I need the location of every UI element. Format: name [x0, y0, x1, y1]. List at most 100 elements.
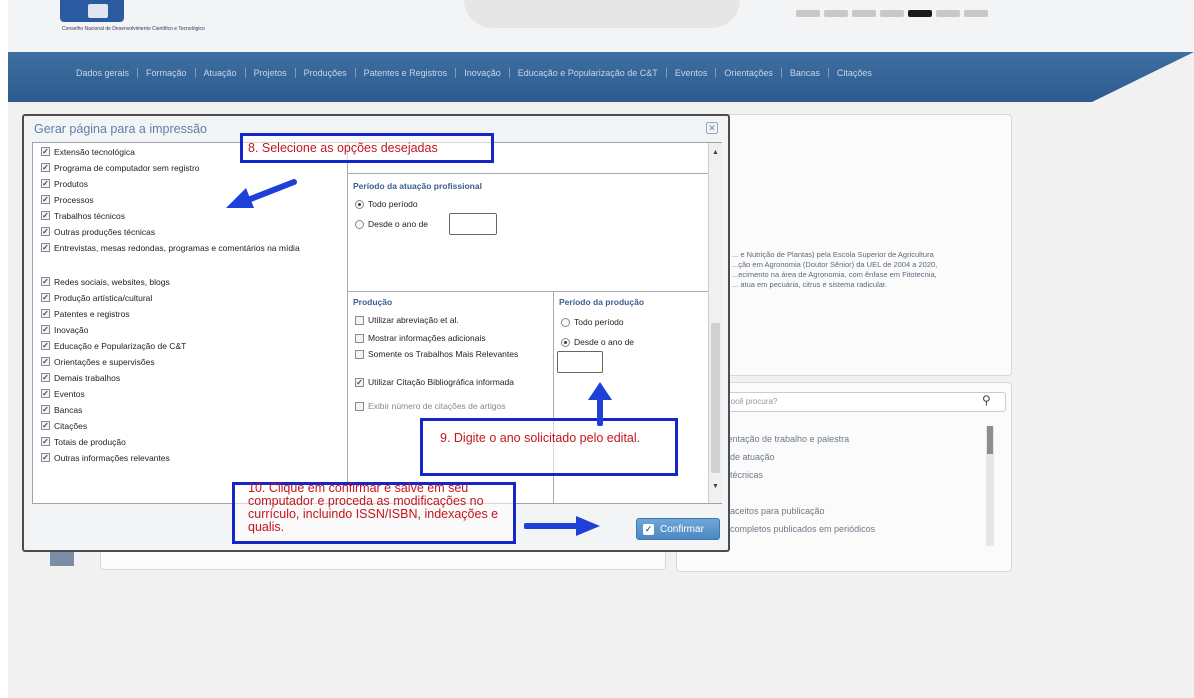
badge[interactable]	[824, 10, 848, 17]
checklist-label: Processos	[54, 195, 94, 205]
producao-option[interactable]: Exibir número de citações de artigos	[355, 401, 558, 411]
checklist-item[interactable]: ✓ Demais trabalhos	[41, 373, 120, 383]
nav-item[interactable]: Produções	[296, 68, 356, 78]
search-icon[interactable]: ⚲	[982, 393, 991, 407]
list-item[interactable]	[720, 484, 875, 502]
checkbox-icon[interactable]: ✓	[41, 325, 50, 334]
checklist-item[interactable]: ✓ Outras informações relevantes	[41, 453, 170, 463]
producao-option-label: Somente os Trabalhos Mais Relevantes	[368, 349, 519, 359]
atuacao-radio-since[interactable]: Desde o ano de	[355, 219, 428, 229]
checklist-item[interactable]: ✓ Redes sociais, websites, blogs	[41, 277, 170, 287]
badge[interactable]	[908, 10, 932, 17]
radio-icon[interactable]	[561, 317, 570, 327]
dialog-scrollbar[interactable]: ▲ ▼	[708, 143, 722, 503]
checklist-item[interactable]: ✓ Outras produções técnicas	[41, 227, 155, 237]
nav-item[interactable]: Citações	[829, 68, 880, 78]
checkbox-icon[interactable]: ✓	[41, 277, 50, 286]
cnpq-logo[interactable]	[60, 0, 124, 22]
nav-item[interactable]: Inovação	[456, 68, 510, 78]
list-item[interactable]: ... de atuação	[720, 448, 875, 466]
scroll-up-icon[interactable]: ▲	[712, 149, 719, 156]
confirm-button[interactable]: ✓ Confirmar	[636, 518, 720, 540]
badge[interactable]	[796, 10, 820, 17]
producao-option[interactable]: Somente os Trabalhos Mais Relevantes	[355, 349, 528, 359]
checkbox-icon[interactable]: ✓	[41, 389, 50, 398]
checkbox-icon[interactable]: ✓	[41, 309, 50, 318]
checkbox-icon[interactable]	[355, 334, 364, 343]
checklist-item[interactable]: ✓ Orientações e supervisões	[41, 357, 155, 367]
checklist-item[interactable]: ✓ Educação e Popularização de C&T	[41, 341, 186, 351]
checklist-item[interactable]: ✓ Citações	[41, 421, 87, 431]
checklist-item[interactable]: ✓ Patentes e registros	[41, 309, 130, 319]
checklist-item[interactable]: ✓ Trabalhos técnicos	[41, 211, 125, 221]
checkbox-icon[interactable]	[355, 350, 364, 359]
checkbox-icon[interactable]: ✓	[41, 421, 50, 430]
producao-radio-all[interactable]: Todo período	[561, 317, 624, 327]
checkbox-icon[interactable]: ✓	[41, 179, 50, 188]
atuacao-radio-all[interactable]: Todo período	[355, 199, 418, 209]
badge[interactable]	[852, 10, 876, 17]
nav-item[interactable]: Projetos	[246, 68, 296, 78]
scroll-down-icon[interactable]: ▼	[712, 483, 719, 490]
producao-option-label: Mostrar informações adicionais	[368, 333, 486, 343]
radio-icon[interactable]	[355, 219, 364, 229]
nav-item[interactable]: Educação e Popularização de C&T	[510, 68, 667, 78]
checkbox-icon[interactable]	[355, 402, 364, 411]
nav-item[interactable]: Dados gerais	[68, 68, 139, 78]
checkbox-icon[interactable]: ✓	[41, 243, 50, 252]
checkbox-icon[interactable]: ✓	[41, 227, 50, 236]
checkbox-icon[interactable]: ✓	[41, 211, 50, 220]
nav-item[interactable]: Atuação	[196, 68, 246, 78]
list-item[interactable]: ... aceitos para publicação	[720, 502, 875, 520]
checkbox-icon[interactable]: ✓	[41, 341, 50, 350]
badge[interactable]	[936, 10, 960, 17]
checklist-label: Citações	[54, 421, 88, 431]
nav-item[interactable]: Patentes e Registros	[356, 68, 457, 78]
checklist-item[interactable]: ✓ Bancas	[41, 405, 82, 415]
checkbox-icon[interactable]: ✓	[41, 147, 50, 156]
checklist-item[interactable]: ✓ Produção artística/cultural	[41, 293, 152, 303]
checklist-item[interactable]: ✓ Programa de computador sem registro	[41, 163, 200, 173]
checkbox-icon[interactable]: ✓	[355, 378, 364, 387]
list-item[interactable]: ...entação de trabalho e palestra	[720, 430, 875, 448]
producao-option[interactable]: Utilizar abreviação et al.	[355, 315, 538, 325]
list-item[interactable]: ... completos publicados em periódicos	[720, 520, 875, 538]
producao-option[interactable]: ✓ Utilizar Citação Bibliográfica informad…	[355, 377, 538, 387]
producao-title: Produção	[353, 297, 393, 307]
producao-radio-since[interactable]: Desde o ano de	[561, 337, 634, 347]
checklist-item[interactable]: ✓ Entrevistas, mesas redondas, programas …	[41, 243, 344, 253]
checklist-item[interactable]: ✓ Eventos	[41, 389, 85, 399]
checkbox-icon[interactable]: ✓	[41, 437, 50, 446]
nav-item[interactable]: Orientações	[716, 68, 782, 78]
checklist-item[interactable]: ✓ Totais de produção	[41, 437, 126, 447]
checkbox-icon[interactable]: ✓	[41, 373, 50, 382]
checklist-item[interactable]: ✓ Inovação	[41, 325, 89, 335]
checkbox-icon[interactable]	[355, 316, 364, 325]
checkbox-icon[interactable]: ✓	[41, 163, 50, 172]
atuacao-year-input[interactable]	[449, 213, 497, 235]
nav-item[interactable]: Formação	[138, 68, 196, 78]
checkbox-icon[interactable]: ✓	[41, 357, 50, 366]
arrow-icon	[588, 382, 612, 426]
nav-item[interactable]: Eventos	[667, 68, 717, 78]
radio-icon[interactable]	[561, 337, 570, 347]
producao-year-input[interactable]	[557, 351, 603, 373]
checkbox-icon[interactable]: ✓	[41, 195, 50, 204]
checklist-item[interactable]: ✓ Extensão tecnológica	[41, 147, 135, 157]
badge[interactable]	[964, 10, 988, 17]
scroll-thumb[interactable]	[711, 323, 720, 473]
checklist-item[interactable]: ✓ Processos	[41, 195, 94, 205]
checklist-item[interactable]: ✓ Produtos	[41, 179, 88, 189]
checkbox-icon[interactable]: ✓	[41, 405, 50, 414]
checkbox-icon[interactable]: ✓	[41, 453, 50, 462]
close-icon[interactable]: ✕	[706, 122, 718, 134]
radio-icon[interactable]	[355, 199, 364, 209]
badge[interactable]	[880, 10, 904, 17]
nav-item[interactable]: Bancas	[782, 68, 829, 78]
header-search-area[interactable]	[464, 0, 740, 28]
annotation-step9: 9. Digite o ano solicitado pelo edital.	[440, 431, 641, 445]
background-scrollbar[interactable]	[986, 426, 994, 546]
producao-option[interactable]: Mostrar informações adicionais	[355, 333, 538, 343]
checkbox-icon[interactable]: ✓	[41, 293, 50, 302]
list-item[interactable]: ... técnicas	[720, 466, 875, 484]
